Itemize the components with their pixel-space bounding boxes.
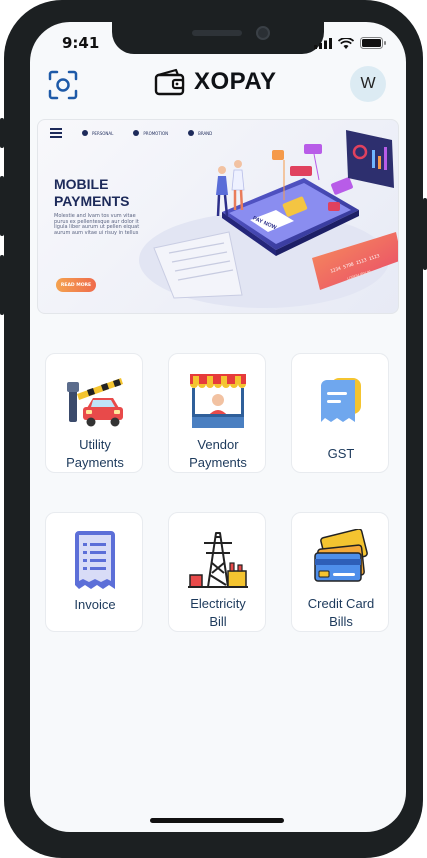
- banner-nav-personal: PERSONAL: [82, 130, 113, 136]
- notch: [112, 22, 324, 54]
- volume-down-button: [0, 255, 4, 315]
- service-utility-payments[interactable]: Utility Payments: [45, 353, 143, 473]
- service-label: GST: [327, 446, 355, 461]
- banner-description: Molestie and Ivam tos vum vitae purus ex…: [54, 213, 140, 236]
- toll-gate-car-icon: [67, 378, 123, 427]
- app-header: XOPAY W: [30, 66, 406, 112]
- service-invoice[interactable]: Invoice: [45, 512, 143, 632]
- volume-up-button: [0, 176, 4, 236]
- service-gst[interactable]: GST: [291, 353, 389, 473]
- receipt-icon: [321, 378, 361, 422]
- app-logo: XOPAY: [154, 68, 277, 96]
- battery-icon: [360, 37, 386, 49]
- power-tower-icon: [188, 532, 248, 588]
- scan-icon[interactable]: [48, 70, 78, 100]
- vendor-stall-icon: [190, 374, 246, 428]
- read-more-button[interactable]: READ MORE: [56, 278, 96, 292]
- status-time: 9:41: [62, 34, 100, 52]
- home-indicator[interactable]: [150, 818, 284, 823]
- power-button: [423, 198, 427, 270]
- promo-banner[interactable]: PERSONAL PROMOTION BRAND MOBILE PAYMENTS…: [37, 119, 399, 314]
- phone-frame: 9:41 XOPAY W PERSONAL PROMOTION BRAND MO…: [0, 0, 427, 858]
- mobile-payment-illustration: PAY NOW 1234 5798 2113 1123 LOREM IPSUM: [139, 130, 398, 308]
- avatar-initial: W: [360, 75, 376, 92]
- wallet-icon: [154, 68, 185, 96]
- service-label: Invoice: [74, 597, 116, 612]
- banner-menu-icon: [50, 128, 62, 138]
- side-button: [0, 118, 4, 148]
- front-camera: [256, 26, 270, 40]
- credit-cards-icon: [314, 529, 368, 582]
- screen: 9:41 XOPAY W PERSONAL PROMOTION BRAND MO…: [30, 22, 406, 832]
- service-label: Electricity Bill: [190, 596, 246, 629]
- service-label: Utility Payments: [66, 437, 124, 470]
- wifi-icon: [338, 37, 354, 49]
- user-avatar[interactable]: W: [350, 66, 386, 102]
- service-label: Credit Card Bills: [307, 596, 375, 629]
- dashboard-screen: [346, 130, 394, 188]
- invoice-icon: [75, 531, 115, 589]
- app-name: XOPAY: [194, 68, 277, 95]
- status-icons: [314, 37, 386, 49]
- service-vendor-payments[interactable]: Vendor Payments: [168, 353, 266, 473]
- signal-icon: [314, 37, 332, 49]
- service-electricity-bill[interactable]: Electricity Bill: [168, 512, 266, 632]
- service-label: Vendor Payments: [189, 437, 247, 470]
- service-credit-card-bills[interactable]: Credit Card Bills: [291, 512, 389, 632]
- speaker-grille: [192, 30, 242, 36]
